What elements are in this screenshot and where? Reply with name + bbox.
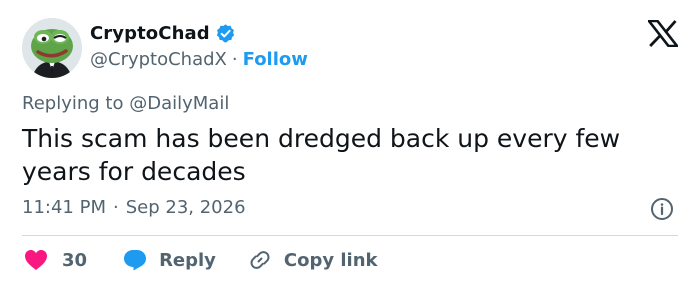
like-button[interactable]: 30 [24, 249, 87, 271]
copy-link-button[interactable]: Copy link [248, 248, 378, 272]
reply-context-mention[interactable]: @DailyMail [129, 93, 229, 114]
display-name[interactable]: CryptoChad [90, 23, 210, 44]
action-bar: 30 Reply Copy link [24, 246, 378, 274]
info-icon[interactable] [650, 197, 674, 221]
reply-button[interactable]: Reply [123, 249, 216, 271]
reply-bubble-icon [124, 250, 147, 271]
name-row: CryptoChad [90, 20, 308, 46]
handle-row: @CryptoChadX · Follow [90, 47, 308, 71]
tweet-date: Sep 23, 2026 [125, 197, 246, 218]
timestamp-separator: · [112, 197, 119, 218]
reply-context-prefix: Replying to [22, 93, 124, 114]
reply-context: Replying to @DailyMail [22, 93, 229, 114]
x-logo-icon[interactable] [646, 19, 680, 48]
avatar[interactable] [22, 18, 82, 78]
follow-button[interactable]: Follow [243, 49, 308, 70]
like-count: 30 [62, 249, 88, 271]
copy-link-label: Copy link [283, 249, 378, 271]
author-block: CryptoChad @CryptoChadX · Follow [90, 20, 308, 71]
reply-label: Reply [159, 249, 216, 271]
tweet-text: This scam has been dredged back up every… [22, 124, 621, 186]
handle[interactable]: @CryptoChadX [90, 49, 227, 70]
tweet-time: 11:41 PM [22, 197, 106, 218]
verified-badge-icon [215, 23, 236, 44]
frog-avatar-image [22, 18, 82, 78]
heart-icon [25, 250, 47, 270]
link-icon [250, 251, 270, 269]
handle-separator: · [231, 48, 238, 70]
divider [22, 235, 678, 236]
timestamp[interactable]: 11:41 PM · Sep 23, 2026 [22, 197, 246, 218]
